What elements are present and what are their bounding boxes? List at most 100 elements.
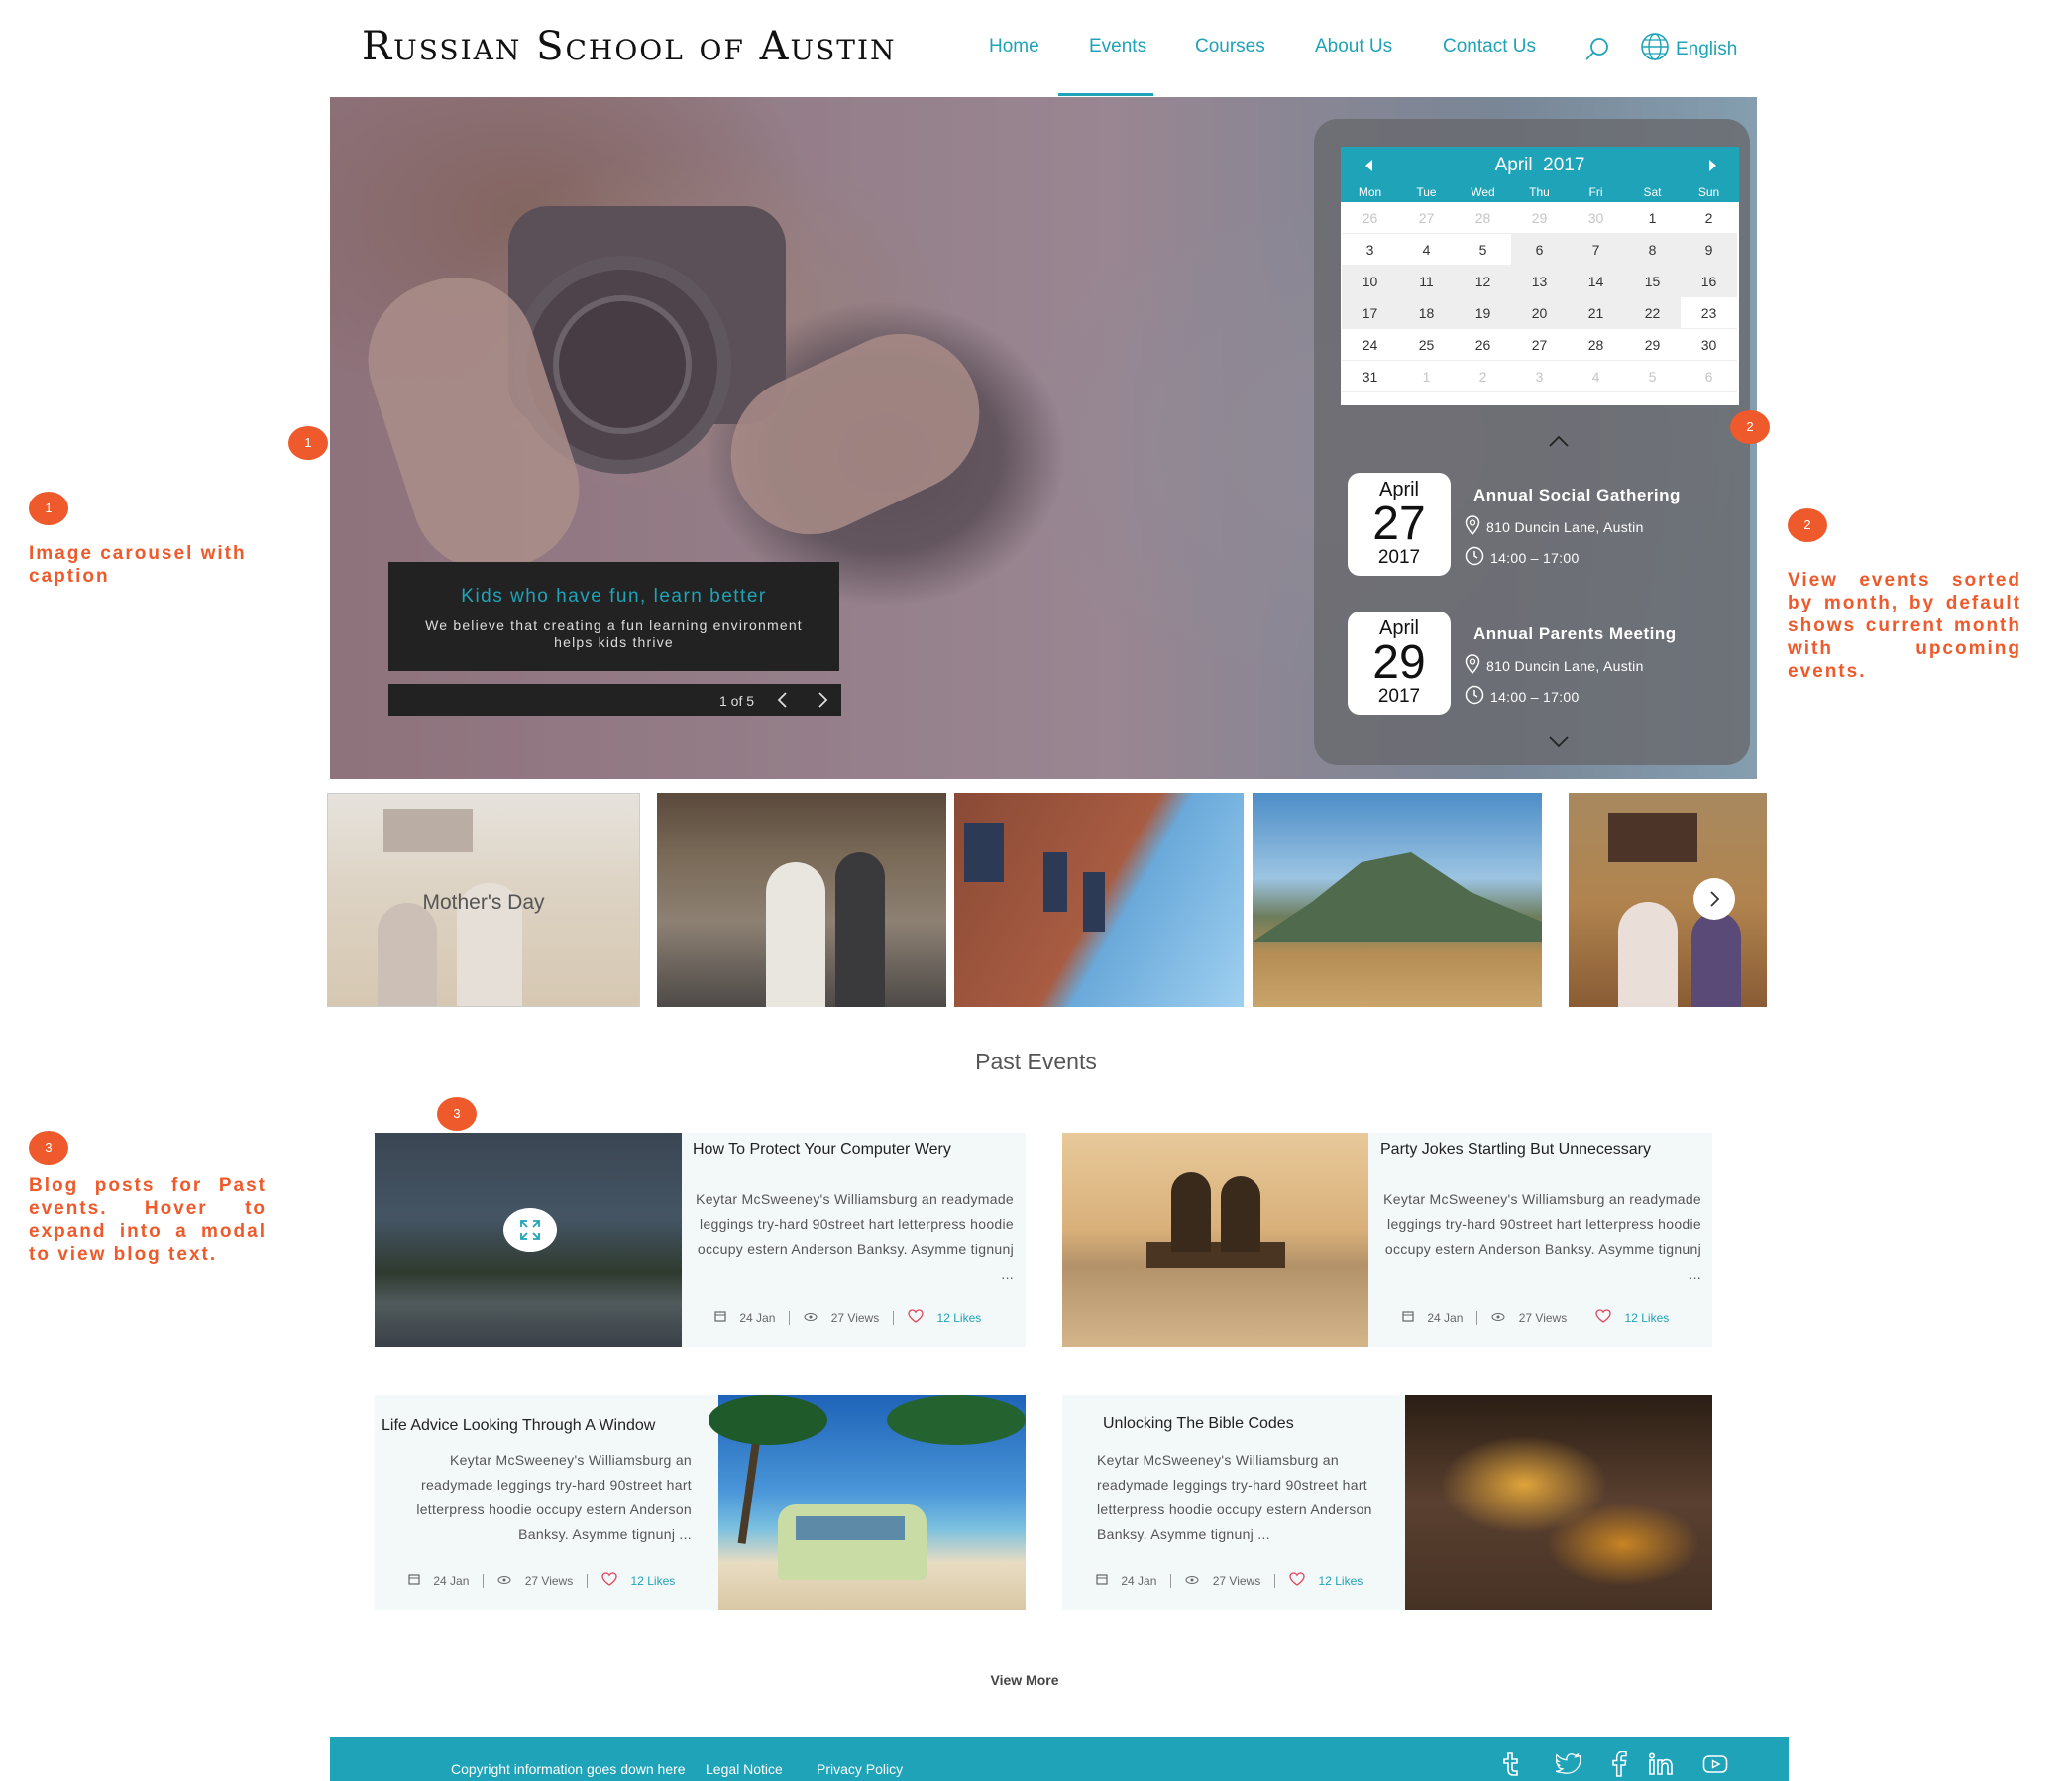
calendar-icon xyxy=(1096,1573,1108,1588)
thumbnail-caption: Mother's Day xyxy=(422,891,545,914)
calendar-day[interactable]: 21 xyxy=(1568,297,1624,329)
nav-contact-us[interactable]: Contact Us xyxy=(1443,36,1536,57)
twitter-icon[interactable] xyxy=(1556,1753,1581,1775)
heart-icon[interactable] xyxy=(908,1309,924,1326)
calendar-day[interactable]: 10 xyxy=(1342,266,1398,297)
active-nav-indicator xyxy=(1058,93,1153,96)
calendar-month-year: April 2017 xyxy=(1494,155,1585,175)
carousel-thumbnail[interactable] xyxy=(954,793,1244,1007)
nav-about-us[interactable]: About Us xyxy=(1315,36,1392,57)
calendar-day[interactable]: 25 xyxy=(1398,329,1455,361)
heart-icon[interactable] xyxy=(1289,1572,1305,1589)
barn-shape xyxy=(1608,813,1697,862)
calendar-day[interactable]: 28 xyxy=(1568,329,1624,361)
site-logo[interactable]: Russian School of Austin xyxy=(362,24,897,69)
annotation-marker-3: 3 xyxy=(29,1131,68,1165)
blog-title[interactable]: How To Protect Your Computer Wery xyxy=(693,1141,951,1159)
carousel-thumbnail[interactable]: Mother's Day xyxy=(327,793,640,1007)
event-calendar: April 2017 Mon Tue Wed Thu Fri Sat Sun 2… xyxy=(1341,147,1739,405)
heart-icon[interactable] xyxy=(1595,1309,1611,1326)
calendar-day[interactable]: 14 xyxy=(1568,266,1624,297)
carousel-thumbnail[interactable] xyxy=(657,793,946,1007)
calendar-next-icon[interactable] xyxy=(1705,157,1719,179)
blog-image xyxy=(375,1133,682,1347)
carousel-prev-icon[interactable] xyxy=(775,690,791,713)
expand-button[interactable] xyxy=(503,1208,557,1252)
blog-meta: 24 Jan 27 Views 12 Likes xyxy=(714,1309,981,1326)
blog-card[interactable]: Life Advice Looking Through A Window Key… xyxy=(375,1395,1026,1610)
calendar-day[interactable]: 13 xyxy=(1511,266,1568,297)
calendar-day[interactable]: 26 xyxy=(1455,329,1511,361)
event-title[interactable]: Annual Social Gathering xyxy=(1473,486,1681,505)
view-more-button[interactable]: View More xyxy=(0,1672,2049,1688)
section-title: Past Events xyxy=(975,1049,1097,1074)
clock-icon xyxy=(1465,685,1484,708)
youtube-icon[interactable] xyxy=(1702,1754,1728,1774)
blog-title[interactable]: Party Jokes Startling But Unnecessary xyxy=(1380,1141,1651,1159)
calendar-day: 29 xyxy=(1511,202,1568,234)
groom-shape xyxy=(835,852,885,1007)
calendar-day[interactable]: 1 xyxy=(1624,202,1681,234)
calendar-day[interactable]: 7 xyxy=(1568,234,1624,266)
calendar-day[interactable]: 8 xyxy=(1624,234,1681,266)
blog-excerpt: Keytar McSweeney's Williamsburg an ready… xyxy=(696,1191,1014,1281)
calendar-day[interactable]: 5 xyxy=(1455,234,1511,266)
annotation-note-3: Blog posts for Past events. Hover to exp… xyxy=(29,1175,267,1265)
linkedin-icon[interactable] xyxy=(1648,1752,1676,1776)
event-title[interactable]: Annual Parents Meeting xyxy=(1473,624,1677,644)
nav-home[interactable]: Home xyxy=(989,36,1039,57)
thumbnails-next-button[interactable] xyxy=(1693,878,1735,920)
language-selector[interactable]: English xyxy=(1640,32,1737,67)
calendar-day[interactable]: 19 xyxy=(1455,297,1511,329)
calendar-day[interactable]: 3 xyxy=(1342,234,1398,266)
blog-title[interactable]: Life Advice Looking Through A Window xyxy=(382,1417,655,1435)
calendar-day[interactable]: 30 xyxy=(1681,329,1737,361)
blog-card[interactable]: Unlocking The Bible Codes Keytar McSween… xyxy=(1062,1395,1712,1610)
carousel-controls: 1 of 5 xyxy=(388,684,841,716)
calendar-day[interactable]: 18 xyxy=(1398,297,1455,329)
palm-leaves-shape xyxy=(709,1395,827,1445)
calendar-day: 27 xyxy=(1398,202,1455,234)
carousel-thumbnail[interactable] xyxy=(1253,793,1542,1007)
footer-legal-link[interactable]: Legal Notice xyxy=(706,1761,783,1777)
calendar-day[interactable]: 12 xyxy=(1455,266,1511,297)
events-scroll-up-icon[interactable] xyxy=(1548,434,1570,453)
day-name-mon: Mon xyxy=(1358,185,1382,199)
blog-meta: 24 Jan 27 Views 12 Likes xyxy=(408,1572,675,1589)
calendar-day: 5 xyxy=(1624,361,1681,392)
facebook-icon[interactable] xyxy=(1611,1751,1627,1777)
location-pin-icon xyxy=(1465,515,1480,538)
search-icon[interactable] xyxy=(1583,36,1611,68)
calendar-day[interactable]: 22 xyxy=(1624,297,1681,329)
blog-meta: 24 Jan 27 Views 12 Likes xyxy=(1402,1309,1669,1326)
footer-privacy-link[interactable]: Privacy Policy xyxy=(817,1761,903,1777)
event-location: 810 Duncin Lane, Austin xyxy=(1465,654,1644,677)
calendar-day[interactable]: 9 xyxy=(1681,234,1737,266)
calendar-day[interactable]: 24 xyxy=(1342,329,1398,361)
calendar-day[interactable]: 2 xyxy=(1681,202,1737,234)
expand-icon xyxy=(520,1220,540,1240)
calendar-day[interactable]: 11 xyxy=(1398,266,1455,297)
calendar-day[interactable]: 29 xyxy=(1624,329,1681,361)
calendar-day[interactable]: 16 xyxy=(1681,266,1737,297)
calendar-day[interactable]: 20 xyxy=(1511,297,1568,329)
calendar-day[interactable]: 17 xyxy=(1342,297,1398,329)
calendar-icon xyxy=(408,1573,420,1588)
calendar-day[interactable]: 6 xyxy=(1511,234,1568,266)
blog-title[interactable]: Unlocking The Bible Codes xyxy=(1103,1415,1294,1433)
calendar-day[interactable]: 15 xyxy=(1624,266,1681,297)
carousel-next-icon[interactable] xyxy=(815,690,830,713)
calendar-day[interactable]: 4 xyxy=(1398,234,1455,266)
blog-card[interactable]: Party Jokes Startling But Unnecessary Ke… xyxy=(1062,1133,1712,1347)
nav-courses[interactable]: Courses xyxy=(1195,36,1265,57)
tumblr-icon[interactable] xyxy=(1499,1751,1521,1777)
nav-events[interactable]: Events xyxy=(1089,36,1146,57)
calendar-day[interactable]: 27 xyxy=(1511,329,1568,361)
heart-icon[interactable] xyxy=(601,1572,617,1589)
day-name-tue: Tue xyxy=(1416,185,1437,199)
calendar-day[interactable]: 23 xyxy=(1681,297,1737,329)
calendar-day[interactable]: 31 xyxy=(1342,361,1398,392)
events-scroll-down-icon[interactable] xyxy=(1548,735,1570,754)
carousel-thumbnail[interactable] xyxy=(1569,793,1767,1007)
blog-card[interactable]: How To Protect Your Computer Wery Keytar… xyxy=(375,1133,1026,1347)
